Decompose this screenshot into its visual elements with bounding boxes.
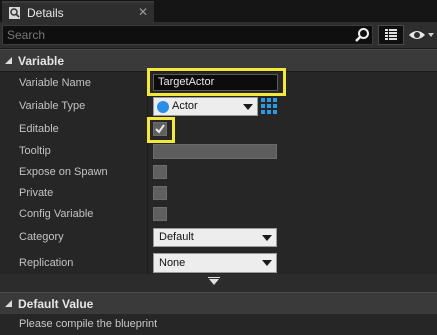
collapse-arrow-icon [5,57,12,64]
compile-message: Please compile the blueprint [19,318,158,330]
details-magnifier-icon [9,6,20,19]
section-header-default-value[interactable]: Default Value [0,292,437,314]
section-title: Default Value [18,296,94,311]
private-checkbox[interactable] [153,186,167,200]
container-type-grid-icon[interactable] [261,98,277,114]
private-label: Private [19,187,54,199]
variable-type-dropdown[interactable]: Actor [153,97,258,116]
chevron-down-icon [209,279,219,285]
editable-checkbox[interactable] [153,122,167,136]
variable-type-value: Actor [172,100,198,112]
replication-label: Replication [19,257,74,269]
tab-details[interactable]: Details ✕ [2,1,154,22]
section-title: Variable [18,53,65,68]
variable-name-field[interactable]: TargetActor [153,74,278,91]
chevron-down-icon [262,260,272,266]
tooltip-field[interactable] [153,144,277,159]
actor-pin-icon [157,101,169,113]
eye-icon [409,31,434,39]
expander-bar [208,277,220,278]
search-row [0,22,437,48]
default-value-body: Please compile the blueprint [0,314,437,335]
expose-on-spawn-label: Expose on Spawn [19,166,108,178]
config-variable-checkbox[interactable] [153,207,167,221]
expose-on-spawn-checkbox[interactable] [153,165,167,179]
category-value: Default [159,231,194,243]
collapse-arrow-icon [5,300,12,307]
checkmark-icon [155,124,165,134]
variable-type-label: Variable Type [19,100,86,112]
column-divider[interactable] [147,72,148,274]
variable-name-label: Variable Name [19,77,91,89]
config-variable-label: Config Variable [19,208,94,220]
close-icon[interactable]: ✕ [138,5,148,19]
tab-bar: Details ✕ [0,0,437,22]
property-matrix-button[interactable] [378,25,404,45]
tab-title: Details [27,5,64,20]
chevron-down-icon [428,33,434,37]
replication-dropdown[interactable]: None [153,253,277,273]
search-input[interactable] [2,25,373,45]
replication-value: None [159,257,186,269]
category-dropdown[interactable]: Default [153,228,277,247]
editable-label: Editable [19,123,59,135]
chevron-down-icon [262,235,272,241]
advanced-expander[interactable] [0,274,437,292]
search-icon[interactable] [354,27,370,43]
category-label: Category [19,231,64,243]
chevron-down-icon [243,104,253,110]
view-options-button[interactable] [406,25,437,45]
list-view-icon [385,29,397,40]
tooltip-label: Tooltip [19,145,51,157]
